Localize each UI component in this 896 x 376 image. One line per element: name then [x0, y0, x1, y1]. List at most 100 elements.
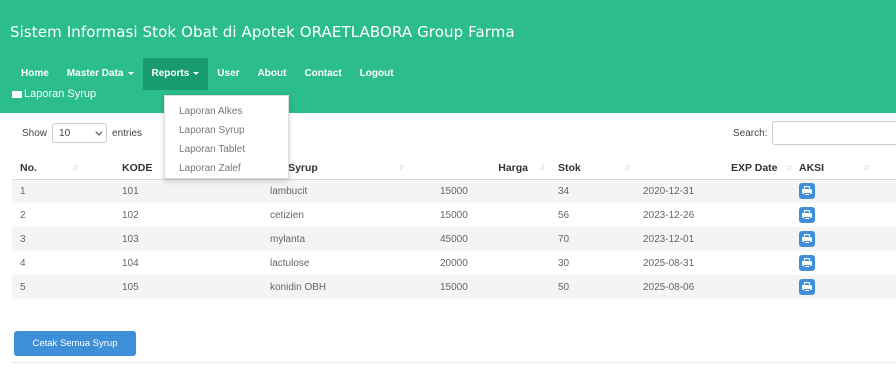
cell-nama: lambucit — [258, 179, 438, 203]
cell-kode: 105 — [110, 275, 258, 299]
caret-down-icon — [193, 71, 200, 75]
nav-reports-label: Reports — [151, 68, 190, 79]
sort-icon: ↓↑ — [539, 162, 546, 172]
cell-nama: mylanta — [258, 227, 438, 251]
column-header-label: Stok — [558, 161, 581, 174]
nav-home[interactable]: Home — [12, 58, 58, 90]
main-nav: Home Master Data Reports User About Cont… — [12, 58, 403, 90]
page-length-select[interactable]: 10 — [52, 123, 108, 143]
nav-contact-label: Contact — [304, 68, 342, 79]
search-input[interactable] — [772, 121, 896, 145]
table-header-row: No. ↓↑ KODE ma Syrup ↓↑ Harga ↓↑ Stok ↓↑ EXP… — [12, 157, 896, 180]
cell-kode: 102 — [122, 209, 139, 221]
cell-stok: 70 — [546, 227, 641, 251]
cell-harga: 15000 — [438, 275, 546, 299]
menu-item-laporan-syrup[interactable]: Laporan Syrup — [165, 121, 288, 140]
column-header-no[interactable]: No. ↓↑ — [12, 157, 110, 180]
search-control: Search: — [733, 121, 896, 145]
cell-nama: konidin OBH — [258, 275, 438, 299]
print-all-syrup-button[interactable]: Cetak Semua Syrup — [14, 331, 136, 356]
menu-item-laporan-alkes[interactable]: Laporan Alkes — [165, 102, 288, 121]
cell-aksi — [795, 251, 896, 275]
nav-logout[interactable]: Logout — [351, 58, 403, 90]
cell-nama: lactulose — [270, 257, 310, 269]
cell-exp-date: 2023-12-26 — [643, 209, 695, 221]
cell-no: 2 — [20, 209, 26, 221]
cell-stok: 50 — [546, 275, 641, 299]
search-label: Search: — [733, 127, 768, 139]
cell-stok: 34 — [546, 179, 641, 203]
sort-icon: ↓↑ — [398, 162, 405, 172]
menu-item-laporan-zalef[interactable]: Laporan Zalef — [165, 159, 288, 178]
cell-no: 1 — [12, 179, 110, 203]
cell-harga: 45000 — [438, 227, 546, 251]
print-button[interactable] — [799, 183, 815, 200]
column-header-aksi[interactable]: AKSI ↓↑ — [795, 157, 896, 180]
nav-master-data[interactable]: Master Data — [58, 58, 143, 90]
print-button[interactable] — [799, 279, 815, 295]
reports-dropdown-menu: Laporan Alkes Laporan Syrup Laporan Tabl… — [164, 95, 289, 179]
table-row: 5 105 konidin OBH 15000 50 2025-08-06 — [12, 275, 896, 299]
nav-about[interactable]: About — [249, 58, 296, 90]
page-length-control: Show 10 entries — [22, 123, 142, 143]
cell-exp-date: 2020-12-31 — [641, 179, 795, 203]
nav-about-label: About — [257, 68, 287, 79]
nav-reports[interactable]: Reports — [142, 58, 209, 90]
cell-aksi — [795, 203, 896, 227]
cell-kode: 104 — [122, 257, 139, 269]
cell-harga: 20000 — [440, 257, 468, 269]
column-header-stok[interactable]: Stok ↓↑ — [546, 157, 641, 180]
cell-no: 4 — [20, 257, 26, 269]
cell-exp-date: 2023-12-01 — [641, 227, 795, 251]
column-header-harga[interactable]: Harga ↓↑ — [438, 157, 546, 180]
panel-heading-text: Laporan Syrup — [24, 88, 97, 100]
cell-harga: 15000 — [438, 179, 546, 203]
cell-aksi — [795, 227, 896, 251]
sort-icon: ↓↑ — [863, 162, 870, 172]
sort-icon: ↓↑ — [786, 162, 793, 172]
nav-master-data-label: Master Data — [66, 68, 124, 79]
entries-label: entries — [112, 127, 143, 139]
cell-no: 5 — [12, 275, 110, 299]
show-label: Show — [22, 127, 48, 139]
print-button[interactable] — [799, 231, 815, 247]
nav-contact[interactable]: Contact — [295, 58, 350, 90]
cell-aksi — [795, 275, 896, 299]
sort-icon: ↓↑ — [624, 162, 631, 172]
sort-icon: ↓↑ — [72, 162, 79, 172]
column-header-label: No. — [20, 161, 37, 174]
column-header-label: KODE — [122, 161, 153, 174]
nav-logout-label: Logout — [359, 68, 394, 79]
cell-kode: 103 — [110, 227, 258, 251]
table-row: 3 103 mylanta 45000 70 2023-12-01 — [12, 227, 896, 251]
table-row: 1 101 lambucit 15000 34 2020-12-31 — [12, 179, 896, 203]
menu-item-laporan-tablet[interactable]: Laporan Tablet — [165, 140, 288, 159]
cell-kode: 101 — [110, 179, 258, 203]
car-icon — [12, 90, 22, 98]
print-button[interactable] — [799, 255, 815, 271]
table-row: 4 104 lactulose 20000 30 2025-08-31 — [12, 251, 896, 275]
cell-no: 3 — [12, 227, 110, 251]
column-header-label: EXP Date — [731, 161, 778, 174]
column-header-exp-date[interactable]: EXP Date ↓↑ — [641, 157, 795, 180]
nav-user-label: User — [217, 68, 240, 79]
print-button[interactable] — [799, 207, 815, 223]
nav-home-label: Home — [21, 68, 49, 79]
cell-exp-date: 2025-08-31 — [643, 257, 695, 269]
nav-user[interactable]: User — [208, 58, 248, 90]
cell-nama: cetizien — [270, 209, 304, 221]
caret-down-icon — [127, 71, 134, 75]
syrup-table: No. ↓↑ KODE ma Syrup ↓↑ Harga ↓↑ Stok ↓↑ EXP… — [12, 157, 896, 299]
panel-heading: Laporan Syrup — [12, 88, 96, 100]
divider — [12, 362, 896, 363]
cell-stok: 56 — [558, 209, 570, 221]
cell-harga: 15000 — [440, 209, 468, 221]
page-length-value: 10 — [59, 127, 71, 139]
cell-stok: 30 — [558, 257, 570, 269]
table-row: 2 102 cetizien 15000 56 2023-12-26 — [12, 203, 896, 227]
cell-exp-date: 2025-08-06 — [641, 275, 795, 299]
column-header-label: Harga — [498, 161, 528, 174]
chevron-down-icon — [95, 128, 103, 136]
top-header: Sistem Informasi Stok Obat di Apotek ORA… — [0, 0, 896, 113]
cell-aksi — [795, 179, 896, 203]
